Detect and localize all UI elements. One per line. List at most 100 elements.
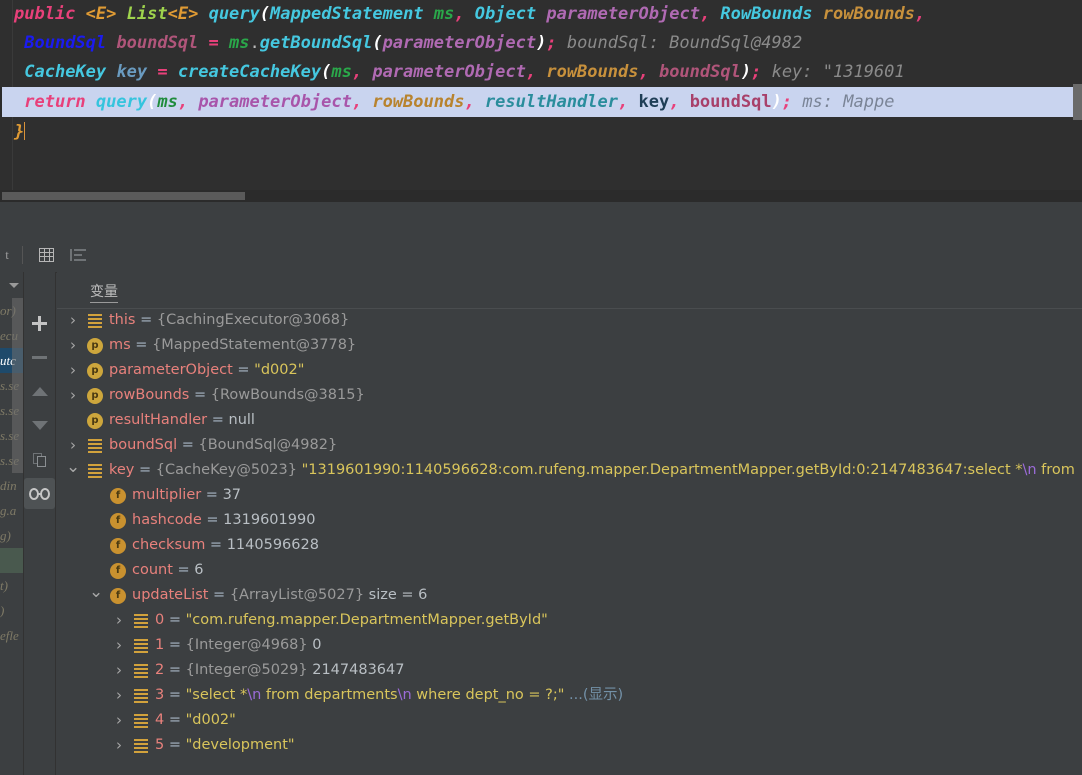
- chevron-right-icon[interactable]: ›: [112, 708, 126, 733]
- variable-row[interactable]: › p rowBounds = {RowBounds@3815}: [57, 383, 1082, 408]
- chevron-right-icon[interactable]: ›: [112, 608, 126, 633]
- code-token: .: [249, 33, 260, 53]
- chevron-right-icon[interactable]: ›: [66, 433, 80, 458]
- variable-row[interactable]: ⌄ key = {CacheKey@5023} "1319601990:11405…: [57, 458, 1082, 483]
- code-token: query: [208, 4, 260, 24]
- code-token: ): [536, 33, 547, 53]
- variable-row[interactable]: › p ms = {MappedStatement@3778}: [57, 333, 1082, 358]
- code-token: parameterObject: [198, 92, 352, 112]
- variable-name: rowBounds: [109, 387, 190, 403]
- line-cachekey[interactable]: CacheKey key = createCacheKey(ms, parame…: [0, 58, 1082, 87]
- variable-equals: =: [208, 587, 230, 603]
- variable-row[interactable]: › 0 = "com.rufeng.mapper.DepartmentMapper…: [57, 608, 1082, 633]
- variable-text: multiplier = 37: [132, 483, 241, 508]
- copy-value-button[interactable]: [24, 444, 55, 475]
- code-token: Object: [474, 4, 547, 24]
- editor-horizontal-scrollbar[interactable]: [0, 190, 1082, 202]
- stack-frame-row[interactable]: din: [0, 473, 23, 498]
- variable-row[interactable]: f multiplier = 37: [57, 483, 1082, 508]
- editor-vertical-scrollbar[interactable]: [1073, 84, 1082, 120]
- debugger-top-strip: [0, 202, 1082, 238]
- code-token: getBoundSql: [259, 33, 373, 53]
- variable-row[interactable]: › p parameterObject = "d002": [57, 358, 1082, 383]
- variable-row[interactable]: › 3 = "select *\n from departments\n wher…: [57, 683, 1082, 708]
- thread-selector[interactable]: [0, 272, 23, 298]
- code-token: key: "1319601: [761, 62, 905, 82]
- code-token: >: [188, 4, 209, 24]
- chevron-right-icon[interactable]: ›: [66, 358, 80, 383]
- chevron-right-icon[interactable]: ›: [66, 333, 80, 358]
- stack-frame-row[interactable]: g.a: [0, 498, 23, 523]
- variables-tree[interactable]: › this = {CachingExecutor@3068} › p ms = {Ma…: [57, 308, 1082, 775]
- field-icon: f: [110, 538, 126, 554]
- table-view-button[interactable]: [33, 242, 59, 268]
- code-editor[interactable]: public <E> List<E> query(MappedStatement…: [0, 0, 1082, 190]
- variable-row[interactable]: › 5 = "development": [57, 733, 1082, 758]
- variable-value: {MappedStatement@3778}: [152, 337, 357, 353]
- variable-text: resultHandler = null: [109, 408, 255, 433]
- line-close-brace[interactable]: }: [0, 118, 1082, 147]
- stack-frame-row[interactable]: ): [0, 598, 23, 623]
- variable-value: where dept_no = ?;": [411, 687, 565, 703]
- sort-values-button[interactable]: [65, 242, 91, 268]
- chevron-right-icon[interactable]: ›: [112, 683, 126, 708]
- frames-strip[interactable]: or) ecu utc s.se s.se s.se s.se din g.a g) t)) efle: [0, 272, 23, 775]
- stack-frame-row[interactable]: [0, 548, 23, 573]
- variable-name: boundSql: [109, 437, 178, 453]
- code-token: ,: [525, 62, 547, 82]
- code-token: ms: [157, 92, 178, 112]
- variable-row[interactable]: f hashcode = 1319601990: [57, 508, 1082, 533]
- variable-row[interactable]: › 2 = {Integer@5029} 2147483647: [57, 658, 1082, 683]
- variable-row[interactable]: f checksum = 1140596628: [57, 533, 1082, 558]
- variable-row[interactable]: p resultHandler = null: [57, 408, 1082, 433]
- code-token: boundSql: [689, 92, 772, 112]
- variable-row[interactable]: › 4 = "d002": [57, 708, 1082, 733]
- stack-frame-row[interactable]: efle: [0, 623, 23, 648]
- chevron-down-icon[interactable]: ⌄: [66, 458, 80, 483]
- chevron-right-icon[interactable]: ›: [112, 633, 126, 658]
- code-token: ,: [464, 92, 485, 112]
- variable-value: {Integer@5029}: [185, 662, 313, 678]
- variable-value: 0: [312, 637, 322, 653]
- chevron-right-icon[interactable]: ›: [112, 733, 126, 758]
- variable-row[interactable]: f count = 6: [57, 558, 1082, 583]
- variable-row[interactable]: ⌄ f updateList = {ArrayList@5027} size = 6: [57, 583, 1082, 608]
- variable-text: 2 = {Integer@5029} 2147483647: [155, 658, 405, 683]
- add-watch-button[interactable]: [24, 308, 55, 339]
- line-return[interactable]: return query(ms, parameterObject, rowBou…: [0, 87, 1082, 117]
- arrow-down-icon: [31, 421, 48, 430]
- variable-text: rowBounds = {RowBounds@3815}: [109, 383, 365, 408]
- variable-equals: =: [232, 362, 255, 378]
- parameter-icon: p: [87, 338, 103, 354]
- variable-value: {RowBounds@3815}: [210, 387, 365, 403]
- code-token: ,: [618, 92, 639, 112]
- line-signature[interactable]: public <E> List<E> query(MappedStatement…: [0, 0, 1082, 29]
- code-token: ,: [454, 4, 475, 24]
- variable-text: parameterObject = "d002": [109, 358, 304, 383]
- field-icon: f: [110, 563, 126, 579]
- chevron-down-icon[interactable]: ⌄: [89, 583, 103, 608]
- stack-frame-row[interactable]: t): [0, 573, 23, 598]
- editor-hscroll-thumb[interactable]: [2, 192, 245, 200]
- watches-action-toolbar[interactable]: [23, 272, 56, 775]
- stack-frame-row[interactable]: g): [0, 523, 23, 548]
- chevron-right-icon[interactable]: ›: [66, 383, 80, 408]
- variable-row[interactable]: › 1 = {Integer@4968} 0: [57, 633, 1082, 658]
- show-value-link[interactable]: ...(显示): [564, 687, 623, 703]
- variable-row[interactable]: › boundSql = {BoundSql@4982}: [57, 433, 1082, 458]
- move-up-button[interactable]: [24, 376, 55, 407]
- remove-watch-button[interactable]: [24, 342, 55, 373]
- variable-row[interactable]: › this = {CachingExecutor@3068}: [57, 308, 1082, 333]
- code-token: ;: [751, 62, 762, 82]
- debugger-toolbar[interactable]: t: [0, 237, 1082, 273]
- inspect-watches-button[interactable]: [24, 478, 55, 509]
- chevron-right-icon[interactable]: ›: [112, 658, 126, 683]
- move-down-button[interactable]: [24, 410, 55, 441]
- frames-scrollbar[interactable]: [12, 298, 23, 473]
- variable-text: updateList = {ArrayList@5027} size = 6: [132, 583, 427, 608]
- chevron-right-icon[interactable]: ›: [66, 308, 80, 333]
- variable-text: checksum = 1140596628: [132, 533, 319, 558]
- line-boundsql[interactable]: BoundSql boundSql = ms.getBoundSql(param…: [0, 29, 1082, 58]
